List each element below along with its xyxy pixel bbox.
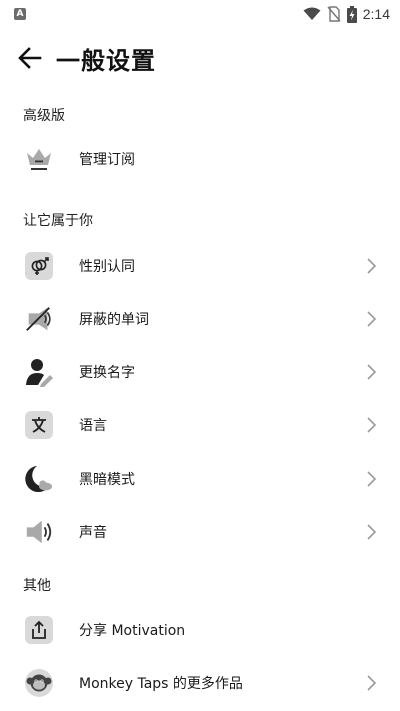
monkey-icon (24, 668, 54, 698)
chevron-right-icon (367, 417, 377, 433)
chevron-right-icon (367, 524, 377, 540)
gender-icon (24, 251, 54, 281)
dark-mode-row[interactable]: 黑暗模式 (0, 454, 400, 504)
chevron-right-icon (367, 675, 377, 691)
app-header: 一般设置 (0, 38, 400, 78)
row-label: 声音 (79, 525, 107, 541)
row-label: 分享 Motivation (79, 623, 186, 639)
dark-mode-icon (24, 464, 54, 494)
language-icon (24, 410, 54, 440)
muted-words-icon (24, 304, 54, 334)
share-icon (24, 615, 54, 645)
section-title-premium: 高级版 (23, 108, 65, 124)
row-label: Monkey Taps 的更多作品 (79, 676, 243, 692)
row-label: 语言 (79, 418, 107, 434)
edit-name-icon (24, 357, 54, 387)
chevron-right-icon (367, 311, 377, 327)
more-apps-row[interactable]: Monkey Taps 的更多作品 (0, 658, 400, 708)
share-app-row[interactable]: 分享 Motivation (0, 605, 400, 655)
row-label: 更换名字 (79, 365, 135, 381)
status-bar: A 2:14 (0, 0, 400, 28)
status-time: 2:14 (362, 6, 390, 22)
section-title-personalize: 让它属于你 (23, 213, 93, 229)
battery-charging-icon (346, 5, 357, 23)
gender-identity-row[interactable]: 性别认同 (0, 241, 400, 291)
row-label: 性别认同 (79, 259, 135, 275)
page-title: 一般设置 (56, 47, 156, 75)
muted-words-row[interactable]: 屏蔽的单词 (0, 294, 400, 344)
row-label: 屏蔽的单词 (79, 312, 149, 328)
notification-badge: A (14, 8, 26, 20)
manage-subscription-row[interactable]: 管理订阅 (0, 134, 400, 184)
chevron-right-icon (367, 471, 377, 487)
crown-icon (24, 144, 54, 174)
sound-row[interactable]: 声音 (0, 507, 400, 557)
sound-icon (24, 517, 54, 547)
back-button[interactable] (16, 45, 44, 71)
row-label: 管理订阅 (79, 152, 135, 168)
wifi-icon (303, 7, 321, 20)
no-sim-icon (327, 6, 341, 22)
chevron-right-icon (367, 364, 377, 380)
change-name-row[interactable]: 更换名字 (0, 347, 400, 397)
row-label: 黑暗模式 (79, 472, 135, 488)
chevron-right-icon (367, 258, 377, 274)
section-title-other: 其他 (23, 578, 51, 594)
arrow-left-icon (18, 47, 42, 69)
language-row[interactable]: 语言 (0, 400, 400, 450)
